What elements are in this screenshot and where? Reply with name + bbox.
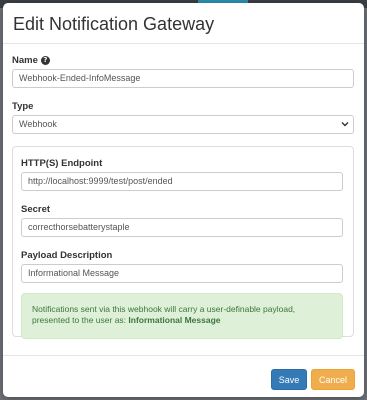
- name-label: Name: [12, 55, 38, 66]
- type-label: Type: [12, 101, 34, 112]
- webhook-settings-panel: HTTP(S) Endpoint http://localhost:9999/t…: [12, 146, 354, 339]
- chevron-down-icon: [341, 122, 349, 127]
- type-select-value: Webhook: [19, 119, 57, 129]
- save-button[interactable]: Save: [271, 369, 307, 390]
- endpoint-input[interactable]: http://localhost:9999/test/post/ended: [21, 172, 343, 191]
- modal-title: Edit Notification Gateway: [13, 14, 215, 34]
- endpoint-label: HTTP(S) Endpoint: [21, 158, 103, 169]
- modal-header: Edit Notification Gateway: [3, 3, 364, 44]
- secret-label: Secret: [21, 204, 51, 215]
- type-select[interactable]: Webhook: [12, 115, 354, 134]
- payload-description-input[interactable]: Informational Message: [21, 264, 343, 283]
- question-circle-icon[interactable]: ?: [40, 56, 50, 65]
- name-label-row: Name ?: [12, 54, 354, 67]
- payload-info-alert: Notifications sent via this webhook will…: [21, 293, 343, 339]
- name-input[interactable]: Webhook-Ended-InfoMessage: [12, 69, 354, 88]
- modal-body: Name ? Webhook-Ended-InfoMessage Type We…: [3, 44, 364, 339]
- alert-emphasis: Informational Message: [128, 315, 221, 325]
- cancel-button[interactable]: Cancel: [311, 369, 355, 390]
- payload-description-label: Payload Description: [21, 250, 113, 261]
- edit-notification-gateway-modal: Edit Notification Gateway Name ? Webhook…: [3, 3, 364, 397]
- secret-input[interactable]: correcthorsebatterystaple: [21, 218, 343, 237]
- modal-footer: Save Cancel: [3, 355, 364, 397]
